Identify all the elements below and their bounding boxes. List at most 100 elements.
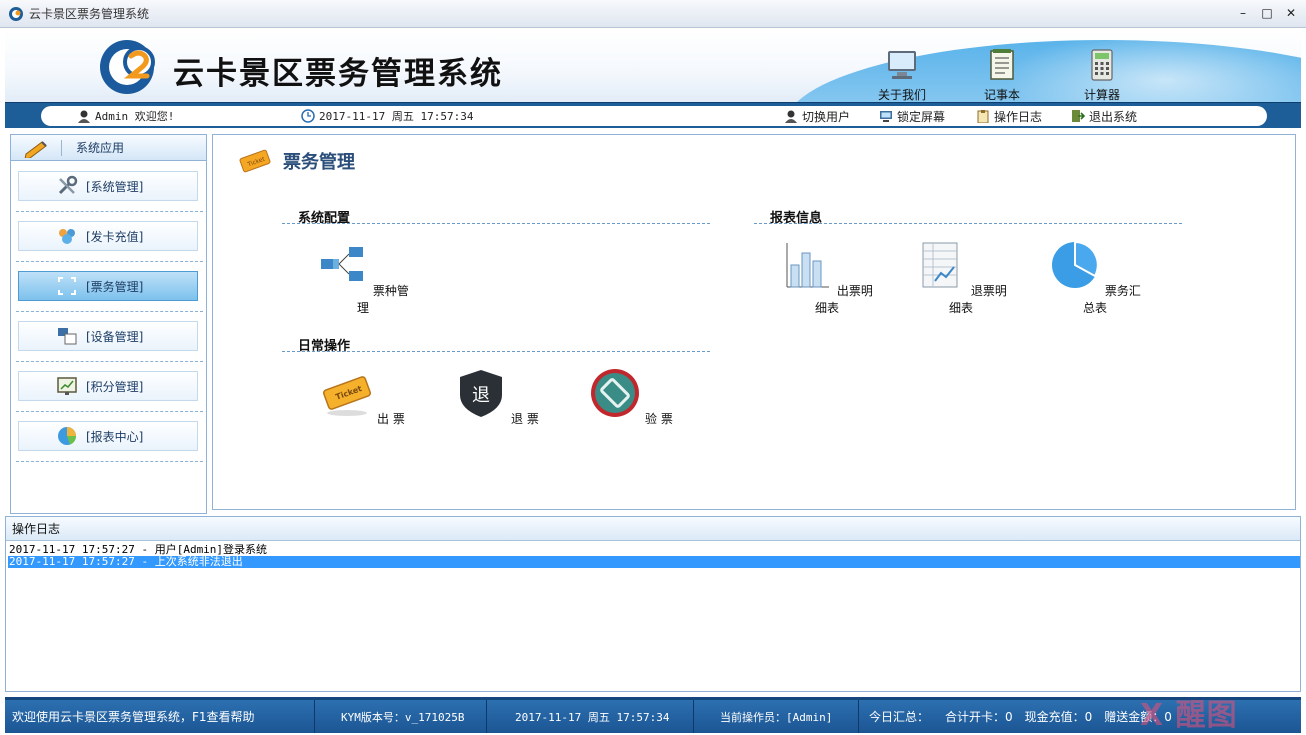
verify-ticket-icon (591, 369, 640, 417)
window-title: 云卡景区票务管理系统 (29, 7, 150, 21)
calculator-button[interactable]: 计算器 (1072, 48, 1132, 102)
clipboard-icon (977, 110, 989, 123)
lock-screen-button[interactable]: 锁定屏幕 (879, 108, 945, 124)
switch-user-button[interactable]: 切换用户 (784, 108, 850, 124)
page-title-text: 票务管理 (283, 152, 355, 173)
refund-shield-icon: 退 (460, 370, 503, 417)
tools-icon (58, 175, 78, 195)
summary-label: 今日汇总： (869, 710, 930, 724)
hierarchy-icon (321, 247, 364, 281)
user-icon (78, 110, 90, 123)
sidebar-divider (16, 261, 203, 262)
sidebar-divider (16, 411, 203, 412)
log-panel-title: 操作日志 (6, 517, 1300, 541)
sidebar-divider (16, 361, 203, 362)
users-icon (59, 229, 75, 244)
switch-user-icon (785, 110, 797, 123)
close-button[interactable]: ✕ (1280, 4, 1302, 22)
sidebar-header-divider (61, 139, 62, 156)
sidebar-item-label: [系统管理] (86, 179, 144, 194)
ticketing-summary-report-button[interactable]: 票务汇总表 (1045, 239, 1145, 316)
toolbar-datetime: 2017-11-17 周五 17:57:34 (319, 110, 474, 123)
main-content: Ticket 票务管理 系统配置 票种管理 日常操作 Ticket 出 票 退 … (212, 134, 1296, 510)
bar-chart-icon (786, 243, 830, 288)
refund-glyph: 退 (472, 385, 490, 406)
about-us-button[interactable]: 关于我们 (872, 48, 932, 102)
status-version: KYM版本号：v_171025B (315, 700, 487, 733)
spreadsheet-icon (922, 242, 958, 288)
calculator-label: 计算器 (1083, 88, 1120, 102)
sidebar-item-ticketing[interactable]: [票务管理] (18, 271, 198, 301)
verify-ticket-label: 验 票 (645, 412, 673, 426)
info-toolbar: Admin 欢迎您! 2017-11-17 周五 17:57:34 切换用户 锁… (5, 102, 1301, 128)
app-header: 云卡景区票务管理系统 关于我们 记事本 计算器 (5, 30, 1301, 102)
sidebar-header: 系统应用 (11, 135, 206, 161)
page-title: Ticket 票务管理 (237, 147, 355, 175)
sidebar-item-device[interactable]: [设备管理] (18, 321, 198, 351)
sidebar-item-card-recharge[interactable]: [发卡充值] (18, 221, 198, 251)
sidebar-divider (16, 311, 203, 312)
sidebar-item-label: [票务管理] (86, 279, 144, 294)
sidebar-item-label: [报表中心] (86, 429, 144, 444)
sidebar-divider (16, 461, 203, 462)
refund-detail-report-button[interactable]: 退票明细表 (911, 239, 1011, 316)
ticket-title-icon: Ticket (239, 149, 271, 173)
section-divider (282, 223, 710, 224)
status-summary: 今日汇总： 合计开卡：0 现金充值：0 赠送金额：0 (859, 700, 1172, 733)
notepad-label: 记事本 (983, 88, 1020, 102)
status-bar: 欢迎使用云卡景区票务管理系统，F1查看帮助 KYM版本号：v_171025B 2… (5, 697, 1301, 733)
notepad-button[interactable]: 记事本 (972, 48, 1032, 102)
device-icon (58, 328, 77, 345)
maximize-button[interactable]: □ (1256, 4, 1278, 22)
exit-system-button[interactable]: 退出系统 (1071, 108, 1137, 124)
operation-log-panel: 操作日志 2017-11-17 17:57:27 - 用户[Admin]登录系统… (5, 516, 1301, 692)
pie-chart-icon (58, 427, 77, 445)
minimize-button[interactable]: – (1232, 4, 1254, 22)
log-line-selected[interactable]: 2017-11-17 17:57:27 - 上次系统非法退出 (8, 556, 1300, 568)
sidebar: 系统应用 [系统管理] [发卡充值] [票务管理] [设备管理] [积分管理] … (10, 134, 207, 514)
operation-log-label: 操作日志 (994, 109, 1043, 124)
refund-ticket-button[interactable]: 退 退 票 (447, 367, 547, 427)
exit-icon (1072, 110, 1085, 122)
clock-icon (301, 109, 315, 123)
monitor-icon (888, 51, 916, 79)
status-help: 欢迎使用云卡景区票务管理系统，F1查看帮助 (5, 700, 315, 733)
toolbar-clock: 2017-11-17 周五 17:57:34 (301, 108, 473, 124)
switch-user-label: 切换用户 (802, 109, 851, 124)
sidebar-item-reports[interactable]: [报表中心] (18, 421, 198, 451)
verify-ticket-button[interactable]: 验 票 (581, 367, 681, 427)
section-divider (282, 351, 710, 352)
sidebar-item-label: [设备管理] (86, 329, 144, 344)
sidebar-divider (16, 211, 203, 212)
window-titlebar: 云卡景区票务管理系统 – □ ✕ (0, 0, 1306, 28)
watermark: X 醒图 (1140, 698, 1238, 733)
status-datetime: 2017-11-17 周五 17:57:34 (487, 700, 694, 733)
sidebar-item-points[interactable]: [积分管理] (18, 371, 198, 401)
lock-screen-label: 锁定屏幕 (897, 109, 946, 124)
sidebar-header-label: 系统应用 (76, 141, 125, 155)
operation-log-button[interactable]: 操作日志 (976, 108, 1042, 124)
welcome-user: Admin 欢迎您! (77, 108, 174, 124)
brand-logo-icon (100, 40, 155, 94)
sidebar-item-label: [发卡充值] (86, 229, 144, 244)
issue-detail-report-button[interactable]: 出票明细表 (777, 239, 877, 316)
lock-screen-icon (880, 111, 892, 122)
ticket-type-management-button[interactable]: 票种管理 (313, 239, 413, 316)
about-us-label: 关于我们 (877, 88, 926, 102)
sidebar-item-system[interactable]: [系统管理] (18, 171, 198, 201)
notepad-icon (990, 49, 1014, 80)
issue-ticket-button[interactable]: Ticket 出 票 (313, 367, 413, 427)
app-logo-icon (9, 6, 23, 21)
calculator-icon (1091, 49, 1113, 81)
status-operator: 当前操作员：[Admin] (694, 700, 859, 733)
cash-recharge: 现金充值：0 (1024, 710, 1093, 724)
welcome-text: Admin 欢迎您! (95, 110, 175, 123)
ticket-icon: Ticket (323, 376, 372, 416)
chart-board-icon (57, 377, 77, 395)
pencil-icon (24, 140, 47, 158)
frame-icon (58, 277, 76, 295)
issue-ticket-label: 出 票 (377, 412, 405, 426)
total-cards: 合计开卡：0 (945, 710, 1013, 724)
pie-icon (1052, 240, 1099, 288)
refund-ticket-label: 退 票 (511, 412, 539, 426)
